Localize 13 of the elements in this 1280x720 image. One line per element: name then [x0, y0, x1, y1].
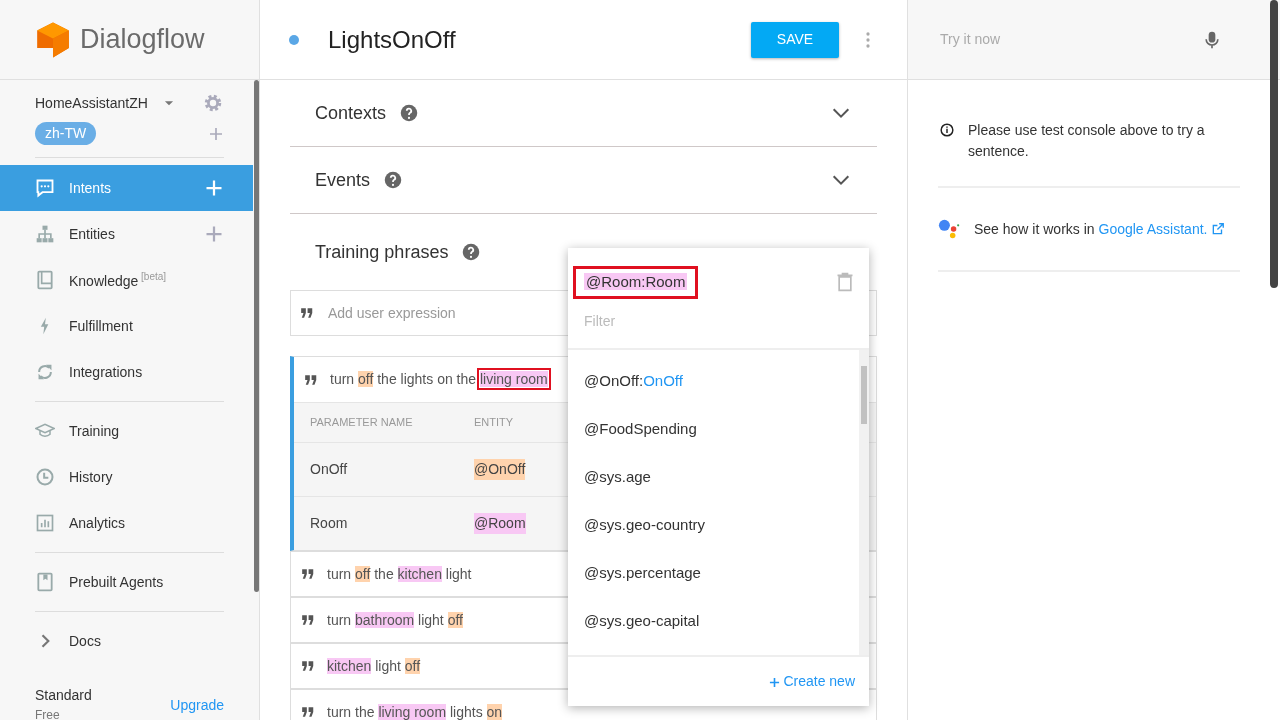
- column-header: ENTITY: [474, 415, 514, 431]
- plan-tier-label: Free: [35, 707, 61, 720]
- intent-title: LightsOnOff: [328, 24, 457, 55]
- section-title: Contexts: [315, 101, 387, 125]
- parameter-name: OnOff: [310, 460, 349, 479]
- plan-name: Standard: [35, 686, 92, 705]
- section-title: Events: [315, 168, 371, 192]
- parameter-name: Room: [310, 514, 349, 533]
- assistant-note: See how it works in Google Assistant.: [974, 219, 1208, 239]
- brand-name: Dialogflow: [80, 23, 205, 57]
- section-title: Training phrases: [315, 240, 449, 264]
- info-message: Please use test console above to try a sentence.: [968, 121, 1206, 161]
- column-header: PARAMETER NAME: [310, 415, 414, 431]
